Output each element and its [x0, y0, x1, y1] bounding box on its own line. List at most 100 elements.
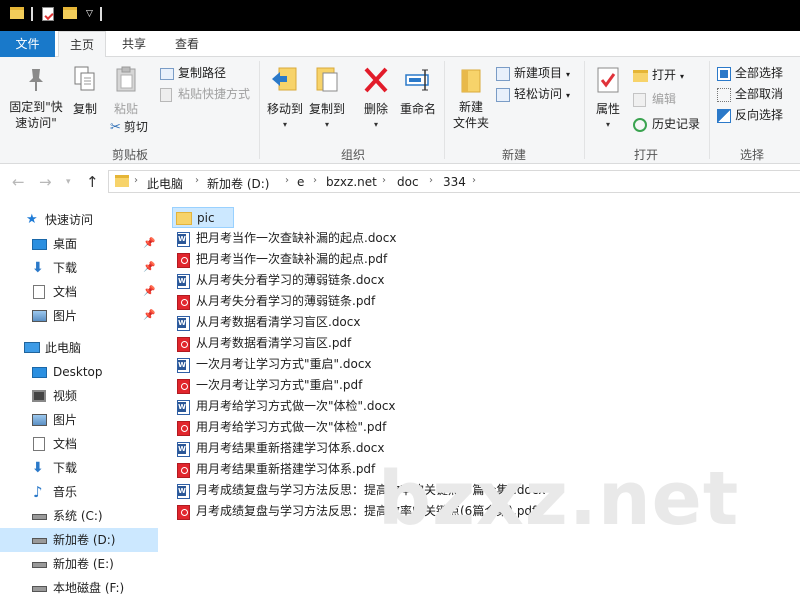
sidebar-item-label: 图片	[53, 309, 78, 323]
group-separator	[584, 61, 585, 159]
delete-button[interactable]: 删除 ▾	[357, 65, 395, 133]
properties-icon	[597, 67, 619, 93]
address-box[interactable]: › 此电脑 › 新加卷 (D:) › e › bzxz.net › doc › …	[108, 170, 800, 193]
ribbon: 固定到"快速访问" 复制 粘贴 复制路径 粘贴快捷方式 ✂ 剪切 剪贴板 移动到…	[0, 57, 800, 164]
sidebar-item-pc-desktop[interactable]: Desktop	[0, 360, 158, 384]
cut-button[interactable]: ✂ 剪切	[110, 117, 148, 138]
sidebar-item-label: 文档	[53, 437, 78, 451]
pin-icon[interactable]: 📌	[143, 280, 155, 304]
select-all-label: 全部选择	[735, 66, 784, 80]
edit-button[interactable]: 编辑	[633, 89, 676, 109]
folder-location-icon	[115, 175, 129, 187]
sidebar-item-drive-f[interactable]: 本地磁盘 (F:)	[0, 576, 158, 600]
tab-share[interactable]: 共享	[110, 31, 158, 57]
pin-icon	[29, 69, 43, 91]
forward-arrow-icon[interactable]: →	[39, 173, 52, 191]
chevron-right-icon[interactable]: ›	[195, 175, 199, 186]
properties-button[interactable]: 属性 ▾	[588, 65, 628, 133]
new-folder-button[interactable]: 新建 文件夹	[448, 65, 494, 131]
new-item-label: 新建项目	[514, 66, 563, 80]
customize-dropdown-icon[interactable]: ▽	[86, 9, 93, 19]
chevron-right-icon[interactable]: ›	[472, 175, 476, 186]
sidebar-item-quick-access[interactable]: ★ 快速访问	[0, 208, 158, 232]
pdf-document-icon	[177, 295, 190, 310]
sidebar-item-music[interactable]: ♪ 音乐	[0, 480, 158, 504]
sidebar-item-label: 快速访问	[45, 213, 94, 227]
breadcrumb-doc[interactable]: doc	[397, 175, 419, 189]
invert-selection-icon	[717, 108, 731, 123]
pdf-document-icon	[177, 379, 190, 394]
breadcrumb-334[interactable]: 334	[443, 175, 466, 189]
sidebar-item-drive-e[interactable]: 新加卷 (E:)	[0, 552, 158, 576]
select-none-button[interactable]: 全部取消	[717, 84, 783, 104]
group-separator	[444, 61, 445, 159]
new-folder-label: 新建 文件夹	[452, 100, 489, 130]
invert-selection-button[interactable]: 反向选择	[717, 105, 783, 125]
copy-to-button[interactable]: 复制到 ▾	[306, 65, 348, 133]
folder-icon[interactable]	[10, 7, 24, 19]
new-item-button[interactable]: 新建项目 ▾	[496, 63, 570, 85]
word-document-icon	[177, 316, 190, 331]
system-drive-icon	[32, 514, 47, 520]
toolbar-separator	[31, 7, 33, 21]
paste-button[interactable]: 粘贴	[108, 65, 144, 117]
up-arrow-icon[interactable]: ↑	[86, 173, 99, 191]
tab-home[interactable]: 主页	[58, 31, 106, 58]
copy-path-icon	[160, 67, 174, 80]
sidebar-item-drive-c[interactable]: 系统 (C:)	[0, 504, 158, 528]
open-button[interactable]: 打开 ▾	[633, 65, 684, 87]
sidebar-item-pc-documents[interactable]: 文档	[0, 432, 158, 456]
sidebar-item-documents[interactable]: 文档 📌	[0, 280, 158, 304]
download-icon: ⬇	[32, 260, 44, 276]
pin-to-quick-access-button[interactable]: 固定到"快速访问"	[4, 65, 68, 131]
sidebar-item-videos[interactable]: 视频	[0, 384, 158, 408]
pin-icon[interactable]: 📌	[143, 232, 155, 256]
new-folder-icon[interactable]	[63, 7, 77, 19]
breadcrumb-e[interactable]: e	[297, 175, 304, 189]
sidebar-item-drive-d[interactable]: 新加卷 (D:)	[0, 528, 158, 552]
list-item-folder[interactable]: pic	[172, 207, 234, 228]
chevron-right-icon[interactable]: ›	[285, 175, 289, 186]
sidebar-item-label: 新加卷 (D:)	[53, 533, 116, 547]
pin-icon[interactable]: 📌	[143, 304, 155, 328]
group-separator	[709, 61, 710, 159]
rename-button[interactable]: 重命名	[397, 65, 439, 117]
chevron-right-icon[interactable]: ›	[382, 175, 386, 186]
file-name: 用月考给学习方式做一次"体检".docx	[196, 399, 396, 413]
pin-icon[interactable]: 📌	[143, 256, 155, 280]
breadcrumb-this-pc[interactable]: 此电脑	[147, 175, 183, 192]
sidebar-item-this-pc[interactable]: 此电脑	[0, 336, 158, 360]
sidebar-item-downloads[interactable]: ⬇ 下载 📌	[0, 256, 158, 280]
chevron-down-icon: ▾	[680, 72, 685, 81]
breadcrumb-drive-d[interactable]: 新加卷 (D:)	[207, 175, 269, 192]
back-arrow-icon[interactable]: ←	[12, 173, 25, 191]
chevron-right-icon[interactable]: ›	[429, 175, 433, 186]
recent-locations-chevron-icon[interactable]: ▾	[66, 177, 71, 187]
chevron-right-icon[interactable]: ›	[313, 175, 317, 186]
select-all-button[interactable]: 全部选择	[717, 63, 783, 83]
new-group-label: 新建	[501, 148, 526, 162]
word-document-icon	[177, 358, 190, 373]
properties-icon[interactable]	[42, 7, 54, 21]
toolbar-separator	[100, 7, 102, 21]
sidebar-item-pc-pictures[interactable]: 图片	[0, 408, 158, 432]
sidebar-item-desktop[interactable]: 桌面 📌	[0, 232, 158, 256]
videos-icon	[32, 390, 46, 402]
move-to-button[interactable]: 移动到 ▾	[264, 65, 306, 133]
documents-icon	[33, 437, 45, 451]
paste-shortcut-button[interactable]: 粘贴快捷方式	[160, 84, 250, 104]
select-group-label: 选择	[739, 148, 764, 162]
download-icon: ⬇	[32, 460, 44, 476]
easy-access-button[interactable]: 轻松访问 ▾	[496, 84, 570, 106]
sidebar-item-pictures[interactable]: 图片 📌	[0, 304, 158, 328]
chevron-right-icon[interactable]: ›	[134, 175, 138, 186]
copy-button[interactable]: 复制	[68, 65, 102, 117]
chevron-down-icon: ▾	[282, 120, 287, 129]
copy-path-button[interactable]: 复制路径	[160, 63, 226, 83]
breadcrumb-bzxz-net[interactable]: bzxz.net	[326, 175, 377, 189]
tab-view[interactable]: 查看	[163, 31, 211, 57]
sidebar-item-pc-downloads[interactable]: ⬇ 下载	[0, 456, 158, 480]
word-document-icon	[177, 442, 190, 457]
tab-file[interactable]: 文件	[0, 31, 55, 57]
history-button[interactable]: 历史记录	[633, 114, 700, 134]
